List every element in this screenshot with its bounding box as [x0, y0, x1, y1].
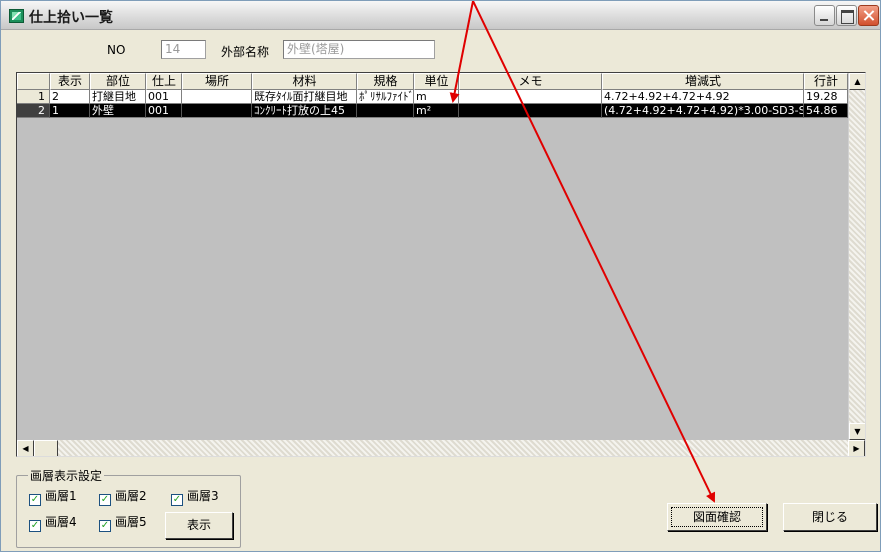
- grid-corner-header: [17, 73, 50, 90]
- arrow-left-icon[interactable]: ◀: [17, 440, 34, 456]
- cell-part[interactable]: 外壁: [90, 104, 146, 118]
- layer1-checkbox[interactable]: ✓ 画層1: [29, 489, 77, 506]
- cell-formula[interactable]: 4.72+4.92+4.72+4.92: [602, 90, 804, 104]
- column-header-finish[interactable]: 仕上: [146, 73, 182, 90]
- layer5-label: 画層5: [115, 515, 147, 529]
- row-number[interactable]: 2: [17, 104, 50, 118]
- external-name-field[interactable]: 外壁(塔屋): [283, 40, 435, 59]
- column-header-row-total[interactable]: 行計: [804, 73, 848, 90]
- cell-spec[interactable]: ﾎﾟﾘｻﾙﾌｧｲﾄﾞ: [357, 90, 414, 104]
- cell-display[interactable]: 2: [50, 90, 90, 104]
- vertical-scrollbar[interactable]: ▲ ▼: [848, 73, 865, 440]
- cell-place[interactable]: [182, 104, 252, 118]
- finish-list-grid[interactable]: 表示 部位 仕上 場所 材料 規格 単位 メモ 増減式 行計 1 2 打継目地 …: [16, 72, 866, 457]
- column-header-display[interactable]: 表示: [50, 73, 90, 90]
- row-number[interactable]: 1: [17, 90, 50, 104]
- no-label: NO: [107, 43, 126, 57]
- column-header-part[interactable]: 部位: [90, 73, 146, 90]
- cell-finish[interactable]: 001: [146, 104, 182, 118]
- cell-part[interactable]: 打継目地: [90, 90, 146, 104]
- close-button[interactable]: 閉じる: [783, 503, 877, 531]
- cell-formula[interactable]: (4.72+4.92+4.72+4.92)*3.00-SD3-SD3: [602, 104, 804, 118]
- layer3-label: 画層3: [187, 489, 219, 503]
- checkmark-icon: ✓: [99, 520, 111, 532]
- horizontal-scroll-thumb[interactable]: [34, 440, 58, 456]
- cell-row-total[interactable]: 19.28: [804, 90, 848, 104]
- show-layers-button[interactable]: 表示: [165, 512, 233, 539]
- checkmark-icon: ✓: [29, 520, 41, 532]
- arrow-right-icon[interactable]: ▶: [848, 440, 865, 456]
- column-header-place[interactable]: 場所: [182, 73, 252, 90]
- cell-spec[interactable]: [357, 104, 414, 118]
- cell-memo[interactable]: [459, 90, 602, 104]
- app-icon: [9, 9, 24, 23]
- main-window: 仕上拾い一覧 NO 14 外部名称 外壁(塔屋) 表示 部位 仕上 場所 材料 …: [0, 0, 881, 552]
- horizontal-scrollbar[interactable]: ◀ ▶: [17, 440, 865, 456]
- minimize-button[interactable]: [814, 5, 835, 26]
- close-window-button[interactable]: [858, 5, 879, 26]
- layer4-checkbox[interactable]: ✓ 画層4: [29, 515, 77, 532]
- layer5-checkbox[interactable]: ✓ 画層5: [99, 515, 147, 532]
- layer2-label: 画層2: [115, 489, 147, 503]
- cell-finish[interactable]: 001: [146, 90, 182, 104]
- arrow-up-icon[interactable]: ▲: [849, 73, 865, 90]
- column-header-material[interactable]: 材料: [252, 73, 357, 90]
- checkmark-icon: ✓: [171, 494, 183, 506]
- arrow-down-icon[interactable]: ▼: [849, 423, 865, 440]
- no-field[interactable]: 14: [161, 40, 206, 59]
- cell-material[interactable]: 既存ﾀｲﾙ面打継目地: [252, 90, 357, 104]
- external-name-label: 外部名称: [221, 45, 270, 59]
- cell-unit[interactable]: m: [414, 90, 459, 104]
- cell-material[interactable]: ｺﾝｸﾘｰﾄ打放の上45: [252, 104, 357, 118]
- layer1-label: 画層1: [45, 489, 77, 503]
- maximize-button[interactable]: [836, 5, 857, 26]
- cell-unit[interactable]: m²: [414, 104, 459, 118]
- cell-place[interactable]: [182, 90, 252, 104]
- column-header-unit[interactable]: 単位: [414, 73, 459, 90]
- window-title: 仕上拾い一覧: [29, 10, 113, 26]
- column-header-memo[interactable]: メモ: [459, 73, 602, 90]
- layer2-checkbox[interactable]: ✓ 画層2: [99, 489, 147, 506]
- column-header-formula[interactable]: 増減式: [602, 73, 804, 90]
- cell-memo[interactable]: [459, 104, 602, 118]
- drawing-check-button[interactable]: 図面確認: [667, 503, 767, 531]
- cell-display[interactable]: 1: [50, 104, 90, 118]
- cell-row-total[interactable]: 54.86: [804, 104, 848, 118]
- layer4-label: 画層4: [45, 515, 77, 529]
- layer3-checkbox[interactable]: ✓ 画層3: [171, 489, 219, 506]
- title-bar[interactable]: 仕上拾い一覧: [1, 1, 880, 30]
- layer-settings-title: 画層表示設定: [28, 467, 105, 484]
- column-header-spec[interactable]: 規格: [357, 73, 414, 90]
- checkmark-icon: ✓: [29, 494, 41, 506]
- checkmark-icon: ✓: [99, 494, 111, 506]
